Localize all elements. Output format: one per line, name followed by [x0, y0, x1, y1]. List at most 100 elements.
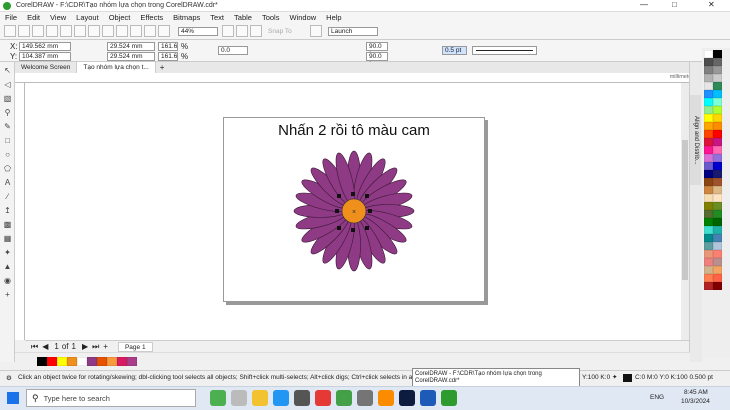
palette-swatch[interactable] — [704, 210, 713, 218]
close-icon[interactable]: ✕ — [708, 0, 715, 9]
y-position-field[interactable]: 104.387 mm — [19, 52, 71, 61]
palette-swatch[interactable] — [713, 274, 722, 282]
text-tool-icon[interactable]: A — [2, 177, 13, 188]
palette-swatch[interactable] — [713, 122, 722, 130]
flower-drawing[interactable]: × — [284, 146, 424, 276]
vertical-scroll-thumb[interactable] — [682, 140, 688, 280]
print-icon[interactable] — [46, 25, 58, 37]
add-tab-icon[interactable]: + — [156, 63, 165, 72]
tab-welcome-screen[interactable]: Welcome Screen — [15, 62, 78, 73]
palette-swatch[interactable] — [704, 138, 713, 146]
rectangle-tool-icon[interactable]: □ — [2, 135, 13, 146]
palette-swatch[interactable] — [713, 58, 722, 66]
page-tab[interactable]: Page 1 — [117, 341, 153, 352]
palette-swatch[interactable] — [704, 178, 713, 186]
palette-swatch[interactable] — [713, 242, 722, 250]
palette-swatch[interactable] — [713, 202, 722, 210]
palette-swatch[interactable] — [704, 218, 713, 226]
palette-swatch[interactable] — [713, 82, 722, 90]
palette-swatch[interactable] — [704, 194, 713, 202]
scale-y-field[interactable]: 161.6 — [158, 52, 178, 61]
palette-swatch[interactable] — [713, 138, 722, 146]
palette-swatch[interactable] — [704, 242, 713, 250]
page-heading-text[interactable]: Nhấn 2 rồi tô màu cam — [224, 122, 484, 139]
paste-icon[interactable] — [88, 25, 100, 37]
new-icon[interactable] — [4, 25, 16, 37]
x-position-field[interactable]: 149.562 mm — [19, 42, 71, 51]
palette-swatch[interactable] — [713, 146, 722, 154]
palette-swatch[interactable] — [704, 154, 713, 162]
palette-swatch[interactable] — [704, 146, 713, 154]
full-screen-icon[interactable] — [222, 25, 234, 37]
palette-swatch[interactable] — [713, 114, 722, 122]
document-palette-swatch[interactable] — [47, 357, 57, 366]
horizontal-ruler[interactable]: millimeters — [15, 73, 700, 83]
palette-swatch[interactable] — [704, 282, 713, 290]
prev-page-icon[interactable]: ◀ — [42, 342, 48, 351]
coreldraw-taskbar-icon[interactable] — [441, 390, 457, 406]
rotation-angle-field[interactable]: 0.0 — [218, 46, 248, 55]
line-style-dropdown[interactable] — [472, 46, 537, 55]
document-palette-swatch[interactable] — [37, 357, 47, 366]
menu-item-view[interactable]: View — [45, 12, 71, 23]
last-page-icon[interactable]: ⏭ — [92, 342, 99, 352]
menu-item-effects[interactable]: Effects — [135, 12, 168, 23]
document-palette-swatch[interactable] — [77, 357, 87, 366]
open-icon[interactable] — [18, 25, 30, 37]
palette-swatch[interactable] — [713, 50, 722, 58]
palette-swatch[interactable] — [713, 162, 722, 170]
palette-swatch[interactable] — [704, 274, 713, 282]
document-palette-swatch[interactable] — [97, 357, 107, 366]
palette-swatch[interactable] — [713, 66, 722, 74]
palette-swatch[interactable] — [713, 130, 722, 138]
palette-swatch[interactable] — [713, 282, 722, 290]
palette-swatch[interactable] — [713, 226, 722, 234]
palette-swatch[interactable] — [713, 218, 722, 226]
palette-swatch[interactable] — [704, 114, 713, 122]
menu-item-object[interactable]: Object — [104, 12, 136, 23]
clock-time[interactable]: 8:45 AM — [684, 389, 708, 396]
drop-shadow-tool-icon[interactable]: ▩ — [2, 219, 13, 230]
edge-icon[interactable] — [273, 390, 289, 406]
palette-swatch[interactable] — [713, 234, 722, 242]
palette-swatch[interactable] — [713, 250, 722, 258]
document-page[interactable]: Nhấn 2 rồi tô màu cam × — [223, 117, 485, 302]
menu-item-bitmaps[interactable]: Bitmaps — [168, 12, 205, 23]
browser-icon[interactable] — [315, 390, 331, 406]
palette-swatch[interactable] — [704, 226, 713, 234]
menu-item-help[interactable]: Help — [321, 12, 346, 23]
maximize-icon[interactable]: □ — [672, 0, 677, 9]
store-icon[interactable] — [294, 390, 310, 406]
palette-swatch[interactable] — [704, 106, 713, 114]
document-palette-swatch[interactable] — [127, 357, 137, 366]
transparency-tool-icon[interactable]: ▦ — [2, 233, 13, 244]
palette-swatch[interactable] — [704, 58, 713, 66]
zoom-level[interactable]: 44% — [178, 26, 218, 36]
save-icon[interactable] — [32, 25, 44, 37]
add-page-icon[interactable]: + — [103, 342, 108, 351]
menu-item-table[interactable]: Table — [229, 12, 257, 23]
vertical-ruler[interactable] — [15, 83, 25, 340]
undo-icon[interactable] — [102, 25, 114, 37]
add-tool-icon[interactable]: + — [2, 289, 13, 300]
minimize-icon[interactable]: — — [640, 0, 648, 9]
document-palette-swatch[interactable] — [57, 357, 67, 366]
eyedropper-status-icon[interactable]: ✦ — [612, 373, 617, 381]
app-icon-4[interactable] — [378, 390, 394, 406]
palette-swatch[interactable] — [704, 258, 713, 266]
palette-swatch[interactable] — [713, 210, 722, 218]
menu-item-tools[interactable]: Tools — [257, 12, 285, 23]
smart-fill-tool-icon[interactable]: ◉ — [2, 275, 13, 286]
palette-swatch[interactable] — [704, 266, 713, 274]
palette-swatch[interactable] — [704, 162, 713, 170]
menu-item-window[interactable]: Window — [284, 12, 321, 23]
palette-swatch[interactable] — [704, 130, 713, 138]
app-icon-3[interactable] — [357, 390, 373, 406]
palette-swatch[interactable] — [713, 194, 722, 202]
options-gear-icon[interactable] — [310, 25, 322, 37]
file-explorer-icon[interactable] — [252, 390, 268, 406]
palette-swatch[interactable] — [704, 250, 713, 258]
palette-swatch[interactable] — [713, 266, 722, 274]
palette-swatch[interactable] — [713, 170, 722, 178]
grid-icon[interactable] — [250, 25, 262, 37]
